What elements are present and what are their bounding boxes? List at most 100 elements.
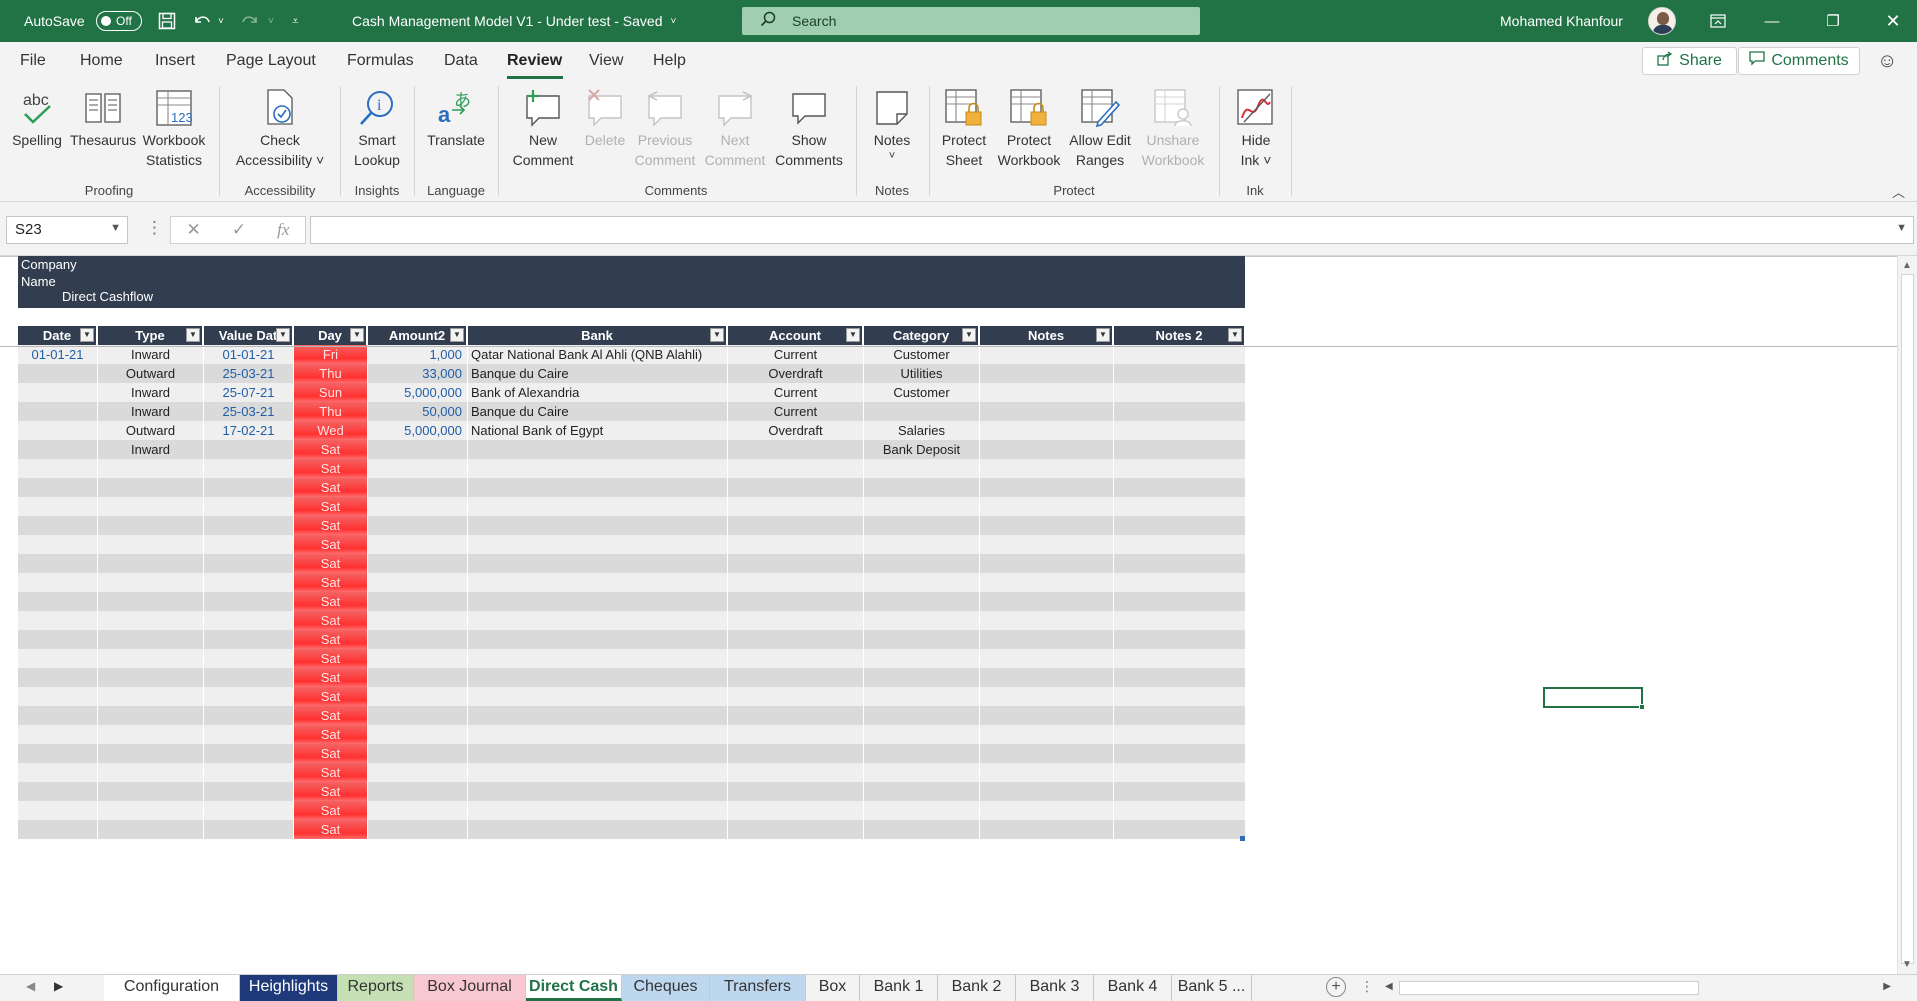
cell-category[interactable] [864,782,980,801]
scroll-left-icon[interactable]: ◀ [1385,981,1393,992]
cell-day[interactable]: Sat [294,744,368,763]
tab-scroll-right-icon[interactable]: ▶ [54,979,63,993]
cell-amount[interactable]: 33,000 [368,364,468,383]
cell-bank[interactable] [468,573,728,592]
cell-category[interactable] [864,478,980,497]
smart-lookup-button[interactable]: i Smart Lookup [346,86,408,170]
cell-date[interactable] [18,611,98,630]
feedback-smiley-icon[interactable]: ☺ [1877,50,1897,73]
cell-account[interactable]: Current [728,383,864,402]
cell-category[interactable] [864,820,980,839]
cell-day[interactable]: Sat [294,820,368,839]
cell-account[interactable]: Overdraft [728,364,864,383]
cell-value-date[interactable] [204,763,294,782]
thesaurus-button[interactable]: Thesaurus [70,86,136,150]
cell-date[interactable] [18,478,98,497]
cell-notes[interactable] [980,744,1114,763]
cell-day[interactable]: Sat [294,554,368,573]
cell-value-date[interactable] [204,516,294,535]
cell-bank[interactable]: Banque du Caire [468,402,728,421]
cell-value-date[interactable] [204,440,294,459]
cell-bank[interactable] [468,459,728,478]
cell-type[interactable] [98,573,204,592]
cell-notes[interactable] [980,763,1114,782]
filter-dropdown-icon[interactable]: ▼ [1228,328,1242,342]
cell-notes2[interactable] [1114,364,1246,383]
cell-notes2[interactable] [1114,554,1246,573]
cell-date[interactable] [18,649,98,668]
spelling-button[interactable]: abc Spelling [8,86,66,150]
tab-help[interactable]: Help [653,52,686,70]
cell-notes[interactable] [980,478,1114,497]
cell-date[interactable] [18,687,98,706]
cell-account[interactable] [728,725,864,744]
cancel-entry-icon[interactable]: ✕ [187,220,201,240]
cell-amount[interactable] [368,478,468,497]
active-cell-s23[interactable] [1543,687,1645,710]
cell-account[interactable]: Current [728,402,864,421]
cell-account[interactable] [728,535,864,554]
cell-notes[interactable] [980,706,1114,725]
cell-date[interactable] [18,440,98,459]
cell-category[interactable] [864,402,980,421]
scroll-up-icon[interactable]: ▲ [1902,260,1912,271]
cell-amount[interactable] [368,820,468,839]
cell-day[interactable]: Sat [294,763,368,782]
cell-notes2[interactable] [1114,820,1246,839]
expand-formula-bar-icon[interactable]: ▼ [1896,222,1907,234]
cell-value-date[interactable] [204,725,294,744]
cell-value-date[interactable] [204,668,294,687]
cell-notes2[interactable] [1114,478,1246,497]
cell-notes[interactable] [980,516,1114,535]
cell-amount[interactable] [368,763,468,782]
cell-value-date[interactable]: 25-07-21 [204,383,294,402]
cell-date[interactable] [18,630,98,649]
cell-account[interactable] [728,687,864,706]
cell-day[interactable]: Sat [294,478,368,497]
cell-notes[interactable] [980,592,1114,611]
cell-notes[interactable] [980,535,1114,554]
workbook-statistics-button[interactable]: 123 Workbook Statistics [138,86,210,170]
sheet-tab-direct-cash[interactable]: Direct Cash [526,975,622,1001]
cell-value-date[interactable]: 25-03-21 [204,402,294,421]
cell-type[interactable]: Inward [98,345,204,364]
previous-comment-button[interactable]: Previous Comment [630,86,700,170]
cell-category[interactable] [864,763,980,782]
cell-type[interactable] [98,668,204,687]
notes-button[interactable]: Notes ˅ [864,86,920,162]
cell-type[interactable] [98,763,204,782]
document-title[interactable]: Cash Management Model V1 - Under test - … [352,0,676,42]
close-icon[interactable]: ✕ [1870,0,1916,42]
cell-bank[interactable] [468,611,728,630]
cell-bank[interactable] [468,554,728,573]
cell-type[interactable]: Outward [98,364,204,383]
cell-date[interactable] [18,801,98,820]
cell-type[interactable] [98,782,204,801]
customize-qat-icon[interactable]: ⩡ [292,0,299,42]
filter-dropdown-icon[interactable]: ▼ [276,328,290,342]
cell-account[interactable] [728,611,864,630]
cell-category[interactable]: Customer [864,383,980,402]
cell-value-date[interactable]: 25-03-21 [204,364,294,383]
cell-value-date[interactable] [204,535,294,554]
cell-notes[interactable] [980,820,1114,839]
tab-review[interactable]: Review [507,52,562,70]
cell-date[interactable]: 01-01-21 [18,345,98,364]
cell-amount[interactable] [368,592,468,611]
cell-date[interactable] [18,516,98,535]
tab-page-layout[interactable]: Page Layout [226,52,316,70]
sheet-tab-cheques[interactable]: Cheques [622,975,710,1001]
user-name[interactable]: Mohamed Khanfour [1500,0,1623,42]
cell-type[interactable]: Inward [98,440,204,459]
cell-bank[interactable]: National Bank of Egypt [468,421,728,440]
cell-day[interactable]: Sat [294,611,368,630]
tab-splitter-icon[interactable]: ⋮ [1360,978,1374,995]
cell-notes[interactable] [980,383,1114,402]
cell-day[interactable]: Sat [294,801,368,820]
cell-category[interactable] [864,497,980,516]
cell-bank[interactable] [468,497,728,516]
share-button[interactable]: Share [1642,47,1737,75]
cell-day[interactable]: Wed [294,421,368,440]
cell-type[interactable] [98,630,204,649]
confirm-entry-icon[interactable]: ✓ [232,220,246,240]
